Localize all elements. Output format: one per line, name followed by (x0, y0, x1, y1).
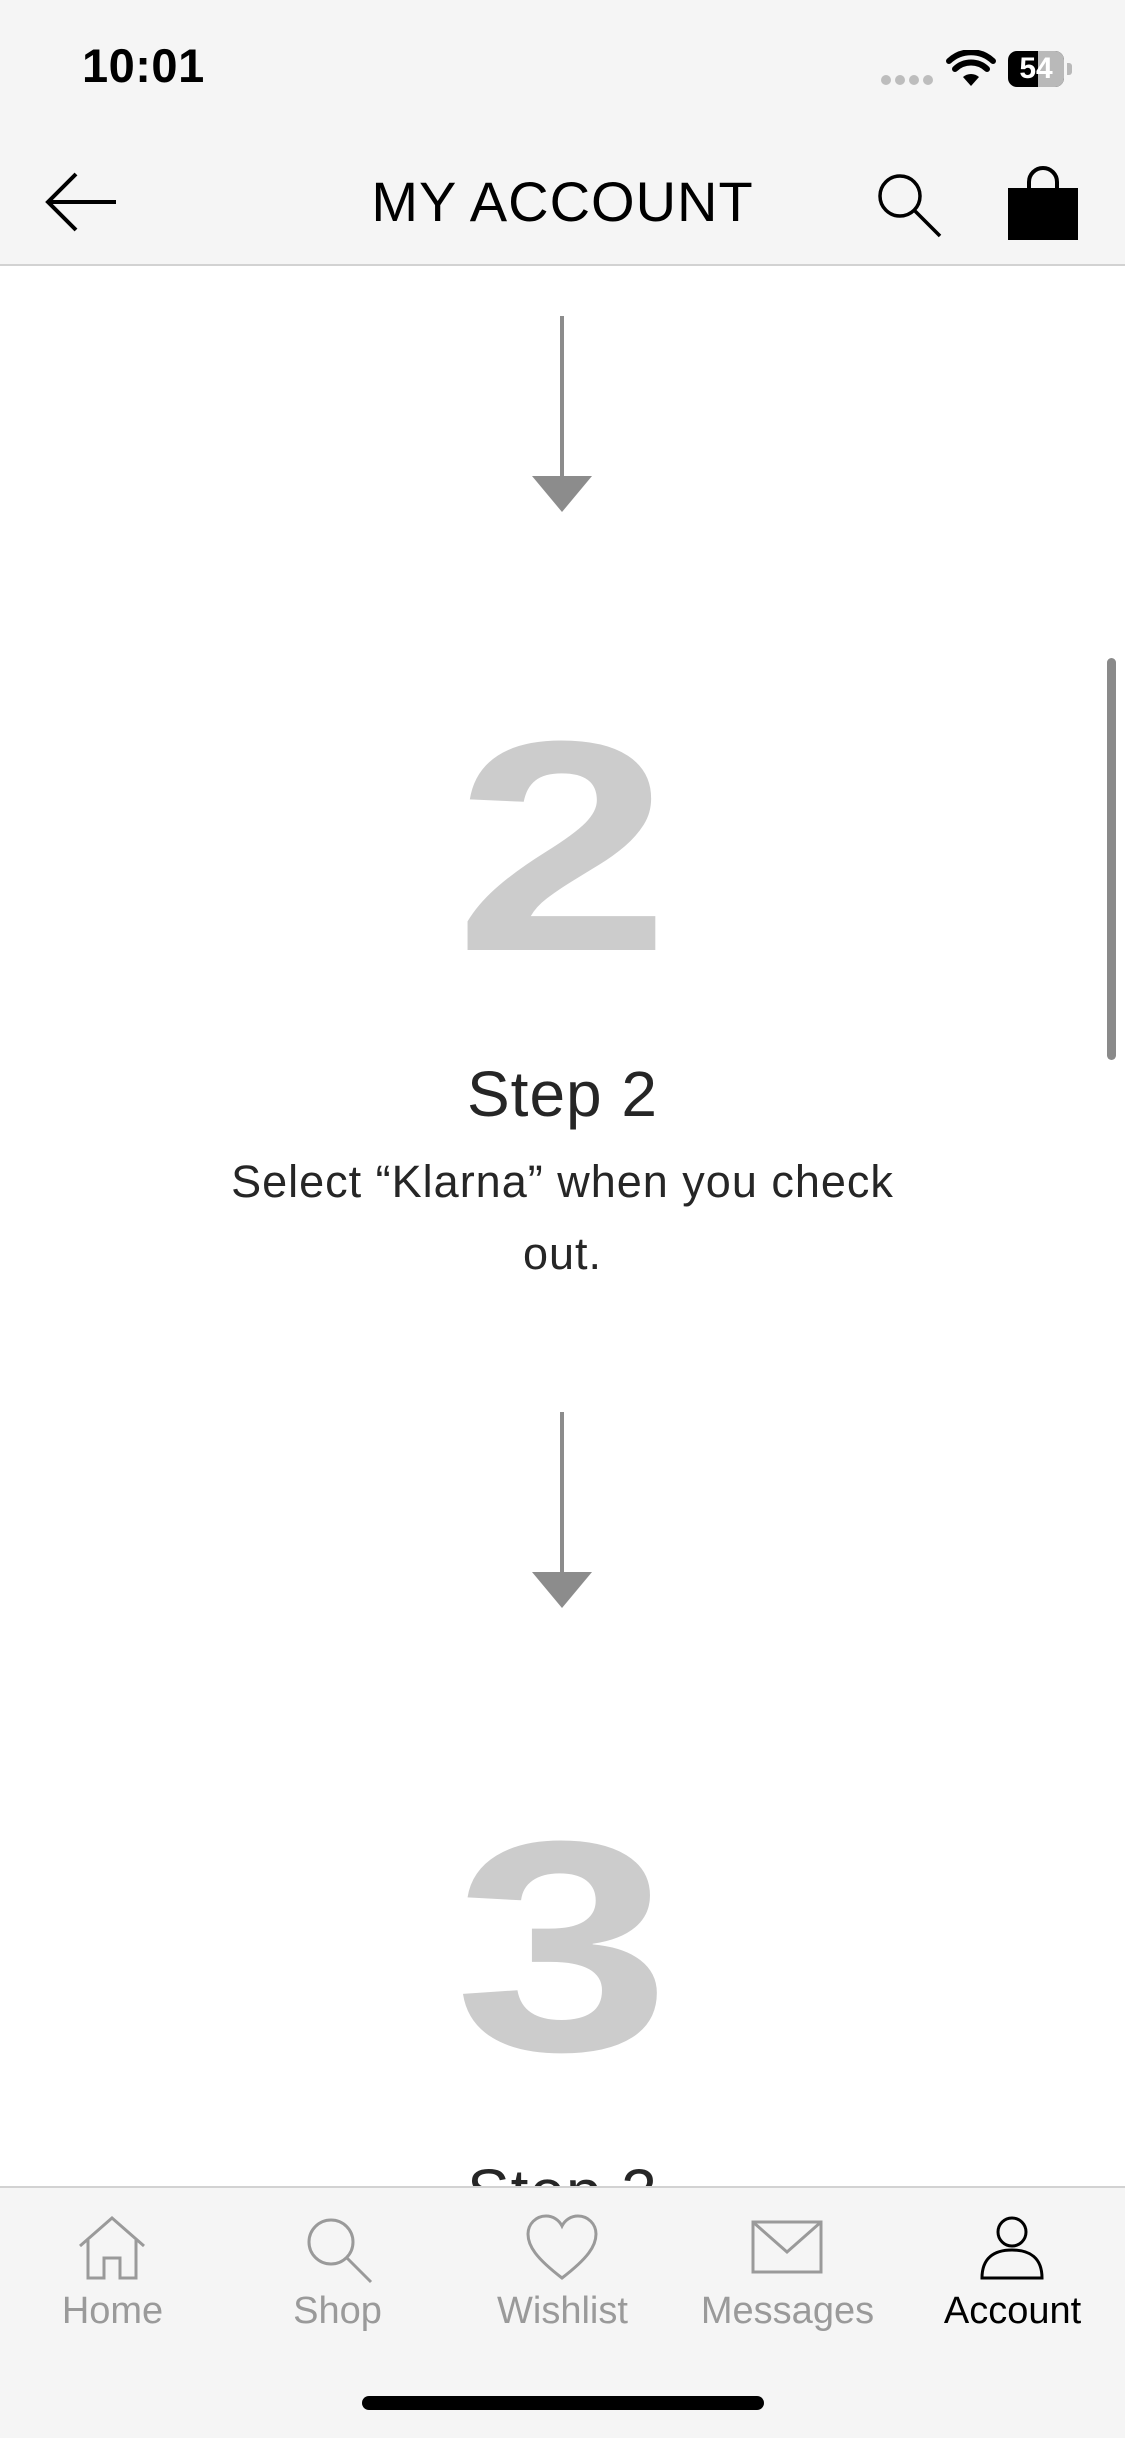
scrollbar[interactable] (1107, 658, 1116, 1060)
tab-account[interactable]: Account (900, 2188, 1125, 2368)
back-button[interactable] (40, 164, 124, 240)
home-icon (79, 2216, 145, 2280)
tab-label: Home (61, 2290, 164, 2332)
search-icon (307, 2218, 373, 2284)
shopping-bag-button[interactable] (998, 158, 1088, 248)
envelope-icon (751, 2220, 823, 2274)
step-title: Step 3 (0, 2152, 1125, 2186)
tab-home[interactable]: Home (0, 2188, 225, 2368)
tab-messages[interactable]: Messages (675, 2188, 900, 2368)
status-time: 10:01 (82, 39, 205, 92)
arrow-left-icon (45, 172, 116, 232)
step-title: Step 2 (466, 1058, 659, 1130)
page-title: MY ACCOUNT (371, 170, 754, 233)
battery-percentage: 54 (1019, 52, 1053, 85)
tab-wishlist[interactable]: Wishlist (450, 2188, 675, 2368)
shopping-bag-icon (1008, 166, 1078, 240)
search-button[interactable] (868, 164, 948, 244)
tab-shop[interactable]: Shop (225, 2188, 450, 2368)
heart-icon (526, 2214, 598, 2280)
status-bar: 10:01 54 (0, 0, 1125, 140)
battery-icon: 54 (1008, 51, 1072, 87)
cellular-signal-icon (881, 75, 933, 85)
person-icon (980, 2216, 1044, 2280)
step-description: Select “Klarna” when you check out. (231, 1156, 894, 1279)
tab-label: Wishlist (497, 2290, 628, 2332)
tab-label: Account (943, 2290, 1082, 2332)
step-number: 2 (454, 678, 671, 1014)
arrow-down-icon (532, 316, 592, 512)
tab-label: Shop (293, 2290, 382, 2332)
home-indicator (362, 2396, 764, 2410)
arrow-down-icon (532, 1412, 592, 1608)
wifi-icon (946, 50, 996, 86)
step-number: 3 (454, 1778, 671, 2114)
content-scroll-area[interactable]: 2 Step 2 Select “Klarna” when you check … (0, 266, 1125, 2186)
tab-label: Messages (700, 2290, 875, 2332)
app-header: MY ACCOUNT (0, 140, 1125, 266)
search-icon (878, 174, 942, 238)
